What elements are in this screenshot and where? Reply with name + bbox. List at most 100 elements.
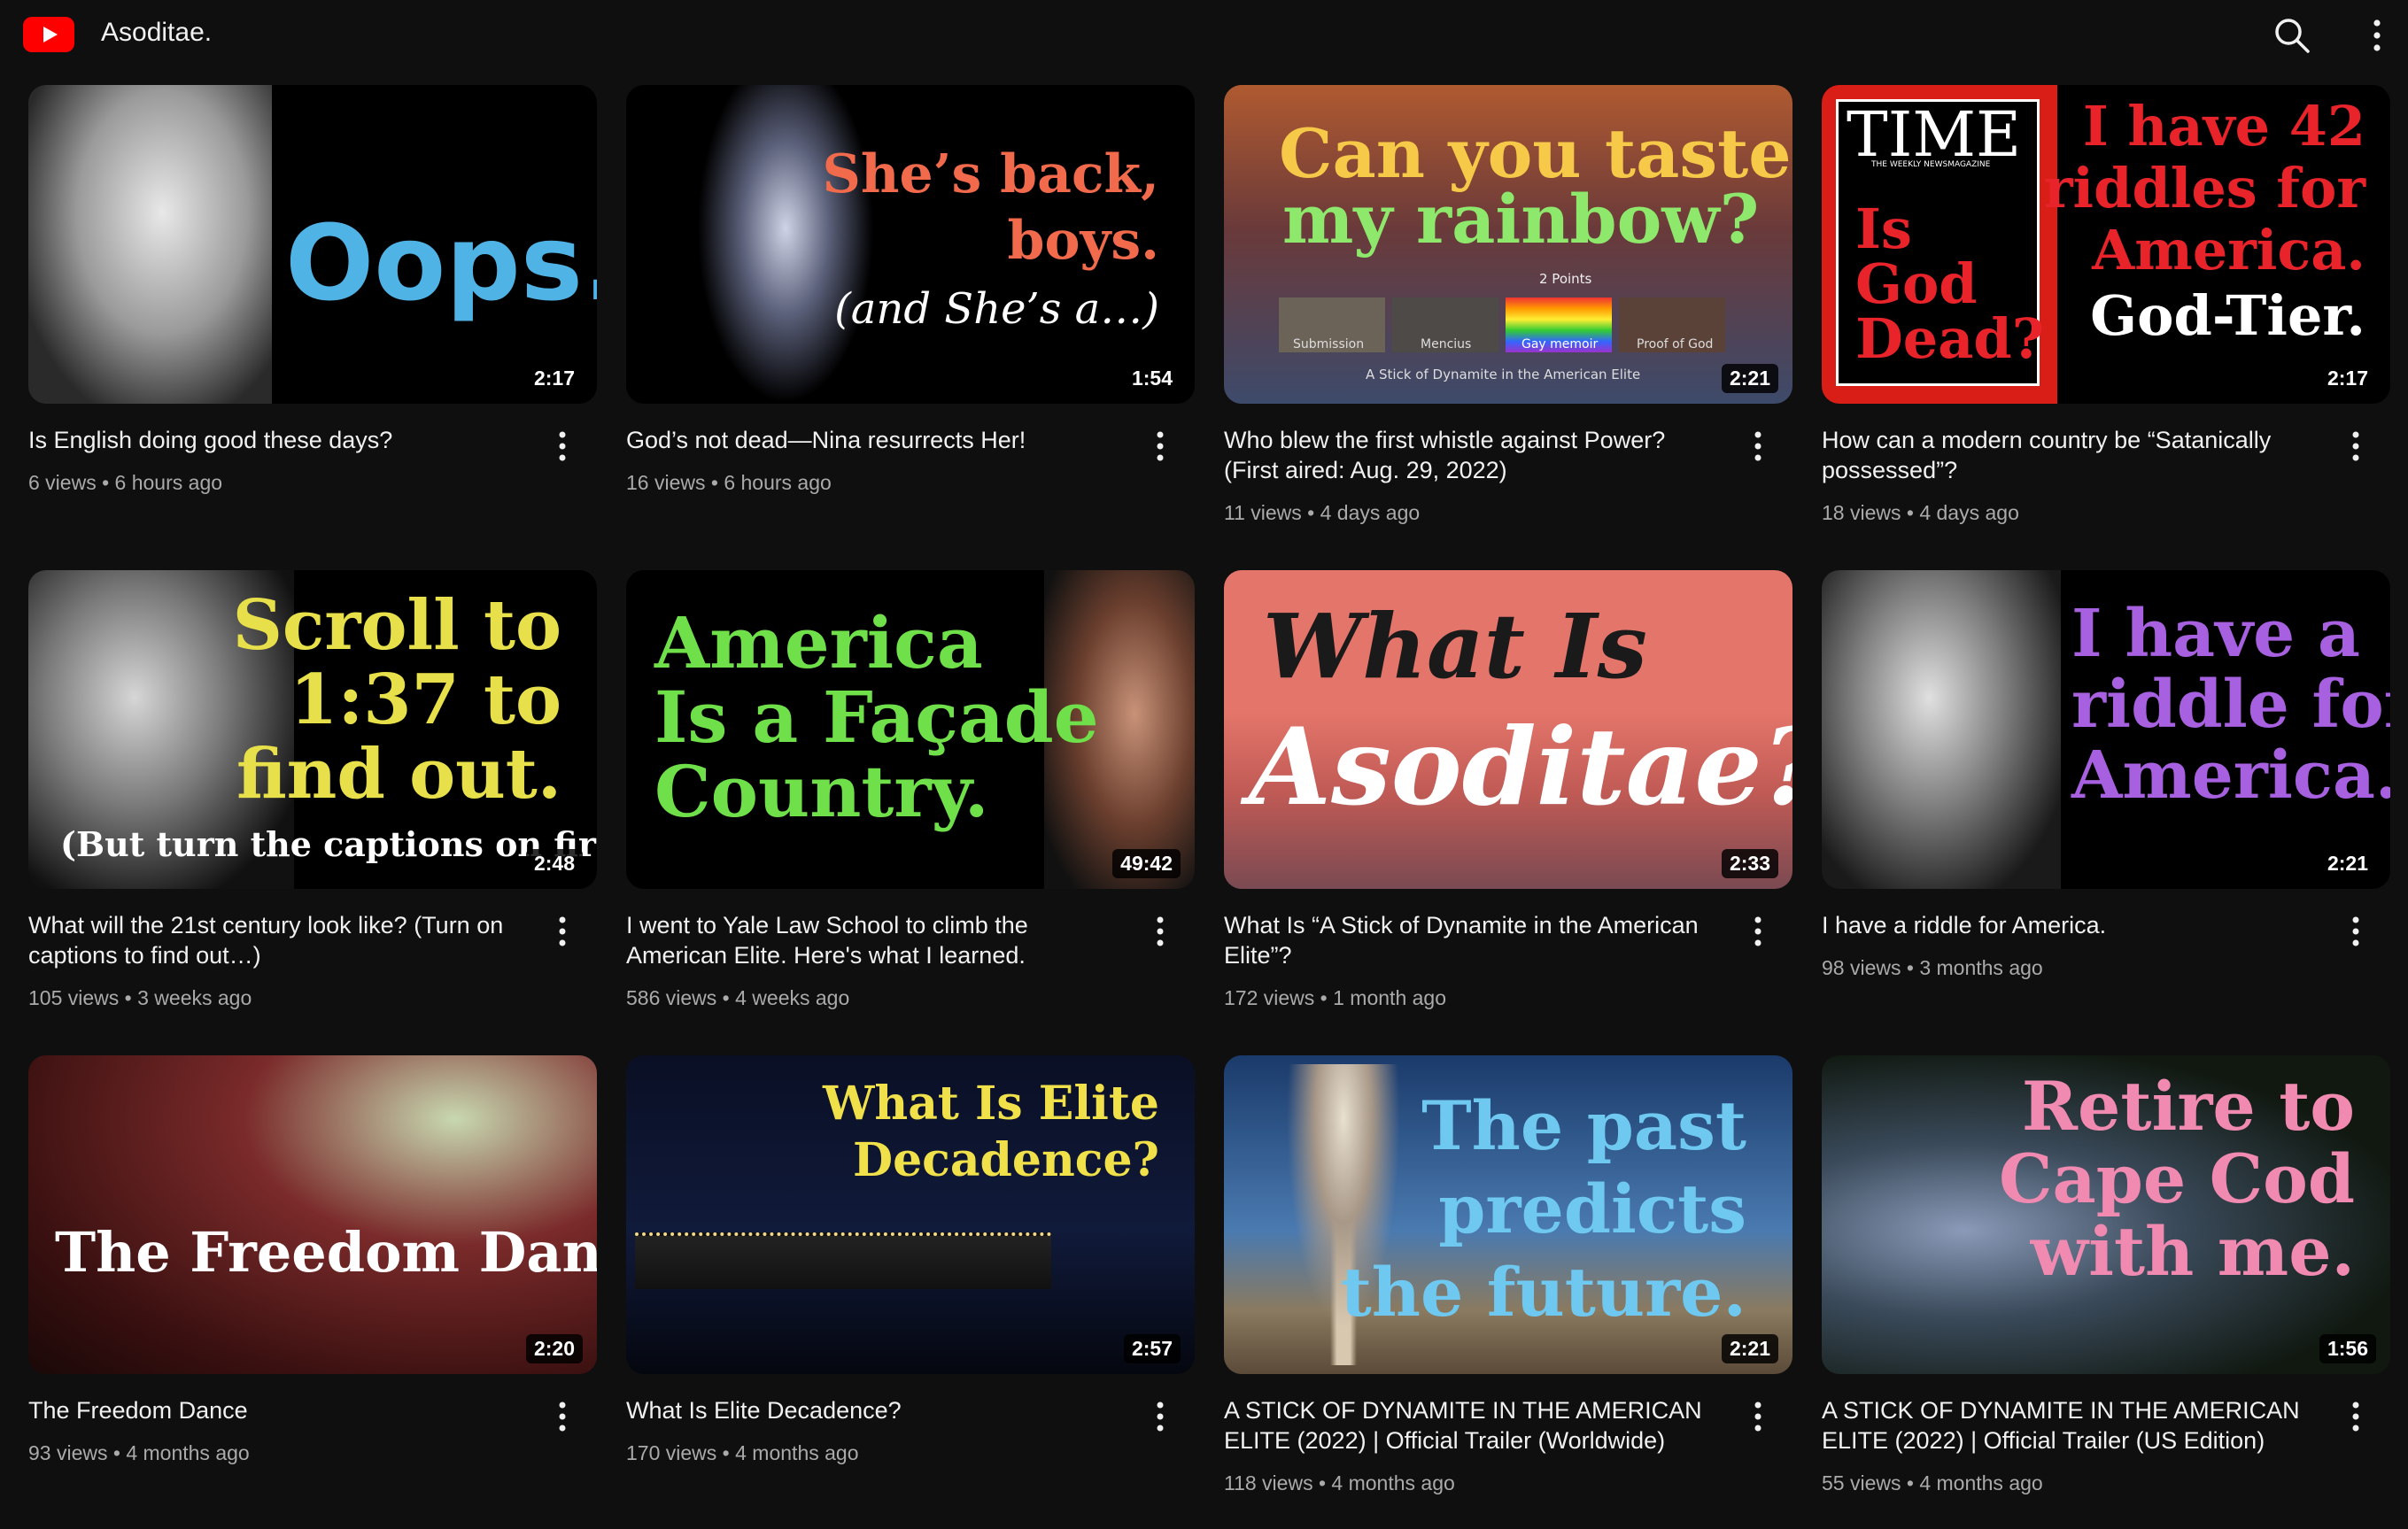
- video-title[interactable]: A STICK OF DYNAMITE IN THE AMERICAN ELITE…: [1822, 1395, 2327, 1456]
- thumbnail-text: Is: [1855, 197, 1912, 261]
- thumbnail-text: She’s back,: [822, 143, 1159, 205]
- video-menu-icon[interactable]: [1745, 914, 1771, 949]
- video-menu-icon[interactable]: [549, 1399, 576, 1434]
- thumbnail-text: The Freedom Dance: [55, 1220, 597, 1285]
- video-title[interactable]: Who blew the first whistle against Power…: [1224, 425, 1729, 485]
- video-meta: 55 views • 4 months ago: [1822, 1471, 2043, 1494]
- video-menu-icon[interactable]: [1147, 429, 1173, 464]
- video-meta: 98 views • 3 months ago: [1822, 956, 2043, 979]
- video-menu-icon[interactable]: [2342, 1399, 2369, 1434]
- video-meta: 105 views • 3 weeks ago: [28, 986, 252, 1009]
- youtube-logo-icon[interactable]: [23, 17, 74, 52]
- video-thumbnail[interactable]: America Is a Façade Country. 49:42: [626, 570, 1195, 889]
- video-duration: 49:42: [1112, 849, 1181, 878]
- video-menu-icon[interactable]: [1147, 1399, 1173, 1434]
- video-meta: 93 views • 4 months ago: [28, 1441, 250, 1464]
- video-meta: 6 views • 6 hours ago: [28, 471, 223, 494]
- video-title[interactable]: God’s not dead—Nina resurrects Her!: [626, 425, 1131, 455]
- video-title[interactable]: I went to Yale Law School to climb the Am…: [626, 910, 1131, 970]
- thumbnail-text: (But turn the captions on first.): [60, 824, 597, 864]
- video-menu-icon[interactable]: [549, 429, 576, 464]
- video-thumbnail[interactable]: Scroll to 1:37 to find out. (But turn th…: [28, 570, 597, 889]
- thumbnail-text: boys.: [1007, 210, 1159, 272]
- thumbnail-text: Decadence?: [853, 1133, 1159, 1187]
- video-menu-icon[interactable]: [1745, 429, 1771, 464]
- video-title[interactable]: I have a riddle for America.: [1822, 910, 2327, 940]
- video-menu-icon[interactable]: [2342, 914, 2369, 949]
- thumbnail-text: Asoditae?: [1249, 705, 1792, 830]
- video-thumbnail[interactable]: TIME THE WEEKLY NEWSMAGAZINE Is God Dead…: [1822, 85, 2390, 404]
- thumbnail-text: What Is: [1263, 594, 1647, 699]
- video-menu-icon[interactable]: [549, 914, 576, 949]
- thumbnail-label: Mencius: [1421, 337, 1472, 351]
- search-icon[interactable]: [2273, 16, 2311, 55]
- video-meta: 172 views • 1 month ago: [1224, 986, 1446, 1009]
- thumbnail-performer: [697, 85, 874, 404]
- video-duration: 1:56: [2319, 1334, 2376, 1363]
- video-title[interactable]: What will the 21st century look like? (T…: [28, 910, 533, 970]
- thumbnail-text: riddle for: [2071, 667, 2390, 743]
- video-thumbnail[interactable]: What Is Elite Decadence? 2:57: [626, 1055, 1195, 1374]
- thumbnail-text: Oops.: [285, 202, 597, 324]
- thumbnail-text: What Is Elite: [823, 1077, 1159, 1131]
- thumbnail-text: America: [654, 601, 983, 684]
- video-thumbnail[interactable]: She’s back, boys. (and She’s a…) 1:54: [626, 85, 1195, 404]
- video-meta: 118 views • 4 months ago: [1224, 1471, 1455, 1494]
- video-menu-icon[interactable]: [1147, 914, 1173, 949]
- thumbnail-text: the future.: [1340, 1253, 1746, 1332]
- video-duration: 2:17: [525, 364, 583, 393]
- video-menu-icon[interactable]: [2342, 429, 2369, 464]
- video-thumbnail[interactable]: Retire to Cape Cod with me. 1:56: [1822, 1055, 2390, 1374]
- video-thumbnail[interactable]: The past predicts the future. 2:21: [1224, 1055, 1792, 1374]
- thumbnail-text: Country.: [654, 750, 989, 833]
- video-meta: 586 views • 4 weeks ago: [626, 986, 850, 1009]
- thumbnail-text: Dead?: [1855, 306, 2045, 371]
- video-title[interactable]: The Freedom Dance: [28, 1395, 533, 1425]
- thumbnail-portrait: [1822, 570, 2061, 889]
- video-duration: 2:57: [1123, 1334, 1181, 1363]
- thumbnail-text: America.: [2092, 218, 2365, 282]
- video-menu-icon[interactable]: [1745, 1399, 1771, 1434]
- video-duration: 1:54: [1123, 364, 1181, 393]
- video-meta: 18 views • 4 days ago: [1822, 501, 2019, 524]
- thumbnail-label: Gay memoir: [1521, 337, 1599, 351]
- thumbnail-caption: A Stick of Dynamite in the American Elit…: [1366, 367, 1641, 382]
- video-title[interactable]: A STICK OF DYNAMITE IN THE AMERICAN ELITE…: [1224, 1395, 1729, 1456]
- thumbnail-label: 2 Points: [1539, 271, 1592, 287]
- video-thumbnail[interactable]: The Freedom Dance 2:20: [28, 1055, 597, 1374]
- thumbnail-text: 1:37 to: [290, 660, 561, 740]
- thumbnail-text: God-Tier.: [2090, 283, 2365, 348]
- thumbnail-text: Retire to: [2021, 1067, 2355, 1146]
- thumbnail-text: predicts: [1438, 1170, 1746, 1248]
- thumbnail-text: I have a: [2071, 596, 2360, 672]
- thumbnail-text: my rainbow?: [1282, 180, 1760, 259]
- thumbnail-text: Is a Façade: [654, 676, 1099, 759]
- video-duration: 2:20: [525, 1334, 583, 1363]
- video-duration: 2:33: [1721, 849, 1778, 878]
- thumbnail-text: riddles for: [2043, 156, 2365, 220]
- thumbnail-text: I have 42: [2082, 94, 2365, 158]
- video-title[interactable]: Is English doing good these days?: [28, 425, 533, 455]
- video-title[interactable]: What Is “A Stick of Dynamite in the Amer…: [1224, 910, 1729, 970]
- video-duration: 2:21: [1721, 364, 1778, 393]
- video-duration: 2:21: [2319, 849, 2376, 878]
- more-vert-icon[interactable]: [2361, 16, 2393, 55]
- thumbnail-text: Cape Cod: [1998, 1139, 2355, 1218]
- video-duration: 2:21: [1721, 1334, 1778, 1363]
- video-thumbnail[interactable]: Oops. 2:17: [28, 85, 597, 404]
- thumbnail-text: with me.: [2030, 1212, 2355, 1291]
- thumbnail-text: God: [1855, 251, 1978, 316]
- thumbnail-text: find out.: [236, 734, 561, 815]
- video-meta: 170 views • 4 months ago: [626, 1441, 859, 1464]
- thumbnail-text: TIME: [1847, 98, 2022, 171]
- thumbnail-text: The past: [1421, 1086, 1746, 1165]
- video-thumbnail[interactable]: I have a riddle for America. 2:21: [1822, 570, 2390, 889]
- video-thumbnail[interactable]: Can you taste my rainbow? 2 Points Submi…: [1224, 85, 1792, 404]
- thumbnail-text: Scroll to: [232, 585, 561, 666]
- channel-title: Asoditae.: [101, 18, 213, 47]
- video-title[interactable]: How can a modern country be “Satanically…: [1822, 425, 2327, 485]
- video-duration: 2:17: [2319, 364, 2376, 393]
- video-title[interactable]: What Is Elite Decadence?: [626, 1395, 1131, 1425]
- thumbnail-text: America.: [2071, 737, 2390, 814]
- video-thumbnail[interactable]: What Is Asoditae? 2:33: [1224, 570, 1792, 889]
